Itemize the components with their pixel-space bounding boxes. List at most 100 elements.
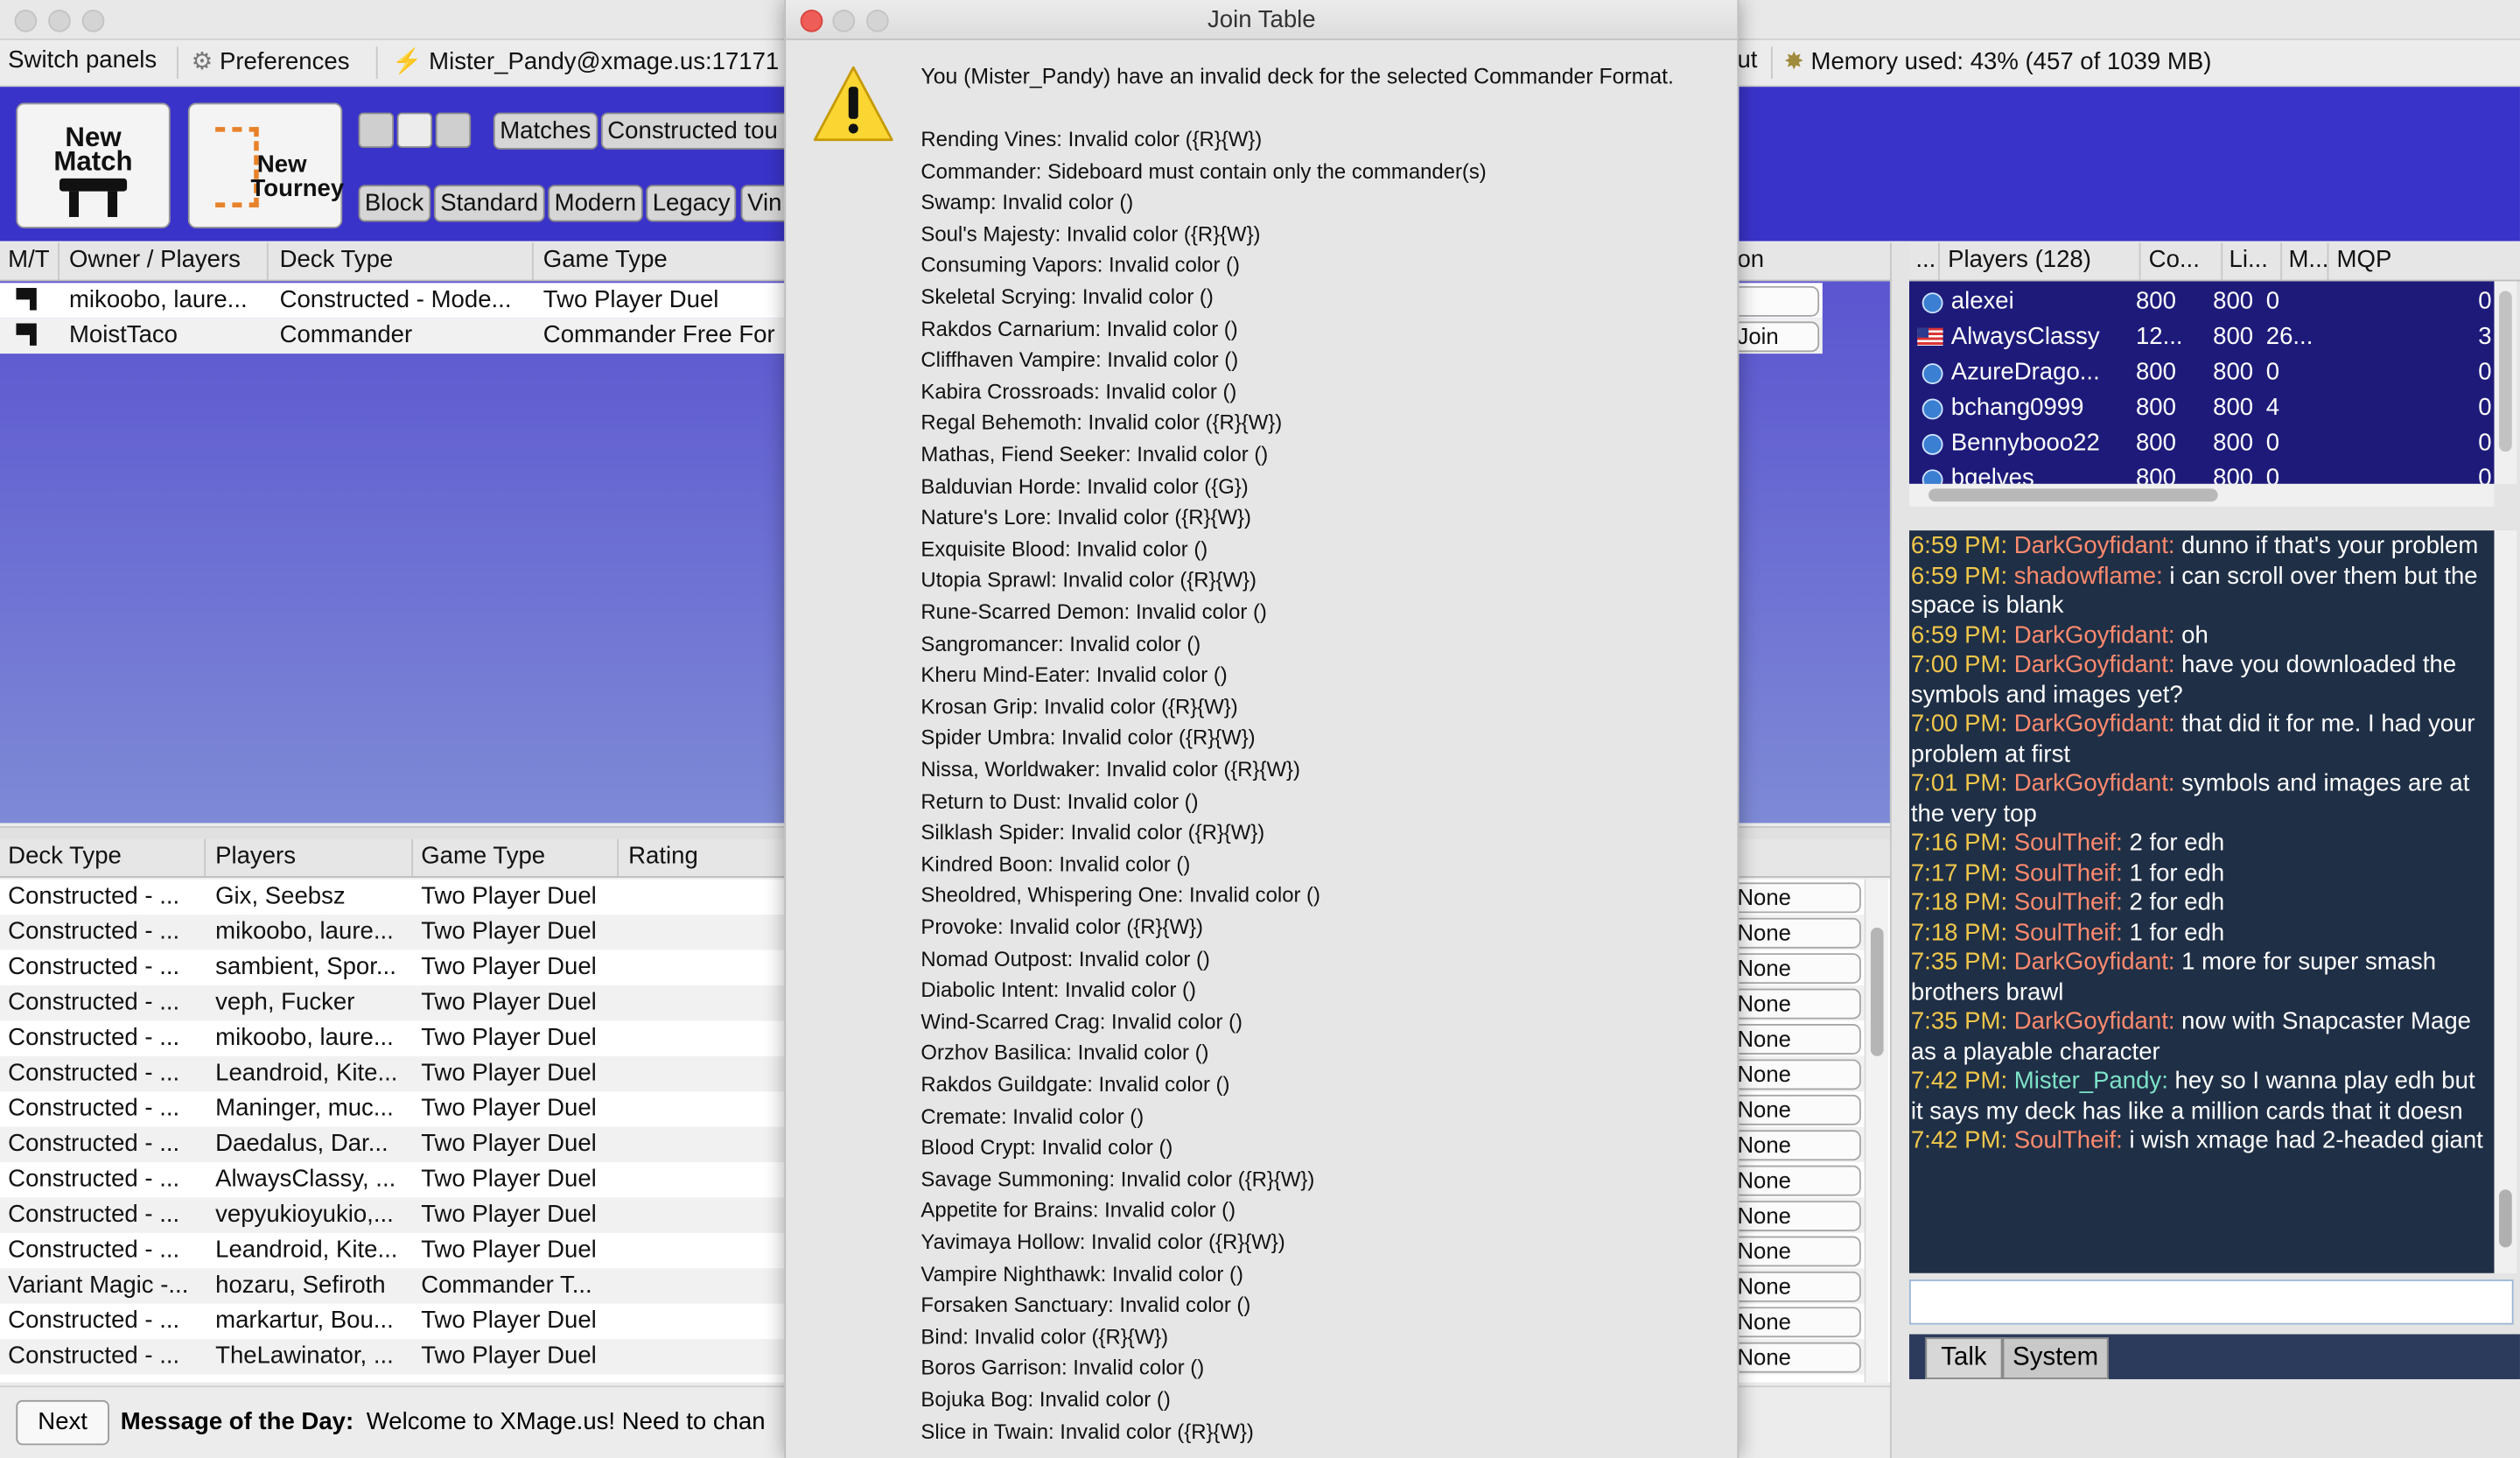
table-action-button[interactable] (1732, 285, 1820, 317)
error-line: Sheoldred, Whispering One: Invalid color… (920, 883, 1320, 908)
player-row[interactable]: bgelves 800 800 0 0 (1909, 461, 2492, 484)
error-line: Slice in Twain: Invalid color ({R}{W}) (920, 1419, 1254, 1443)
watch-button[interactable]: None (1732, 953, 1861, 985)
player-row[interactable]: Bennybooo22 800 800 0 0 (1909, 426, 2492, 461)
col-m[interactable]: M... (2288, 246, 2328, 273)
watch-button[interactable]: None (1732, 882, 1861, 914)
filter-constructed-tourney[interactable]: Constructed tou (600, 112, 798, 150)
filter-tables-icon[interactable] (358, 112, 394, 148)
close-window-button[interactable] (14, 10, 38, 32)
connect-button[interactable]: ⚡ Mister_Pandy@xmage.us:17171 (392, 46, 779, 75)
match-players: vepyukioyukio,... (215, 1201, 394, 1229)
player-li: 800 (2213, 287, 2254, 316)
match-game: Two Player Duel (421, 1236, 597, 1264)
new-tourney-line1: New (256, 151, 307, 179)
col-mt[interactable]: M/T (8, 246, 49, 273)
chat-message: 7:16 PM: SoulTheif: 2 for edh (1911, 830, 2489, 859)
join-button[interactable]: Join (1732, 321, 1820, 353)
chat-text: oh (2181, 620, 2208, 649)
watch-button[interactable]: None (1732, 1130, 1861, 1161)
watch-button[interactable]: None (1732, 1201, 1861, 1231)
player-row[interactable]: bchang0999 800 800 4 0 (1909, 390, 2492, 425)
error-line: Yavimaya Hollow: Invalid color ({R}{W}) (920, 1230, 1285, 1254)
new-match-button[interactable]: New Match (16, 102, 171, 228)
player-row[interactable]: AzureDrago... 800 800 0 0 (1909, 355, 2492, 390)
filter-block[interactable]: Block (358, 185, 430, 222)
filter-legacy[interactable]: Legacy (646, 185, 737, 222)
col-li[interactable]: Li... (2230, 246, 2268, 273)
col-players[interactable]: Players (215, 842, 296, 869)
watch-button[interactable]: None (1732, 1094, 1861, 1125)
watch-button[interactable]: None (1732, 1307, 1861, 1338)
error-line: Cliffhaven Vampire: Invalid color () (920, 347, 1239, 372)
tab-talk[interactable]: Talk (1925, 1337, 2003, 1379)
players-hscroll[interactable] (1908, 483, 2495, 507)
col-mqp[interactable]: MQP (2337, 246, 2392, 273)
chat-time: 7:42 PM: (1910, 1067, 2008, 1095)
filter-matches[interactable]: Matches (493, 112, 598, 150)
switch-panels-button[interactable]: Switch panels (8, 46, 157, 74)
col-rating[interactable]: Rating (628, 842, 698, 869)
col-co[interactable]: Co... (2149, 246, 2200, 273)
chat-message: 7:42 PM: SoulTheif: i wish xmage had 2-h… (1911, 1127, 2489, 1157)
table-icon: ▀▌ (16, 287, 44, 311)
watch-button[interactable]: None (1732, 1024, 1861, 1055)
table-game: Commander Free For (542, 321, 775, 349)
player-li: 800 (2213, 323, 2254, 351)
match-deck: Constructed - ... (8, 988, 180, 1016)
chat-input[interactable] (1908, 1279, 2514, 1325)
filter-cards-icon[interactable] (396, 112, 433, 148)
chat-scrollbar[interactable] (2494, 530, 2517, 1273)
filter-modern[interactable]: Modern (548, 185, 643, 222)
watch-button[interactable]: None (1732, 1342, 1861, 1373)
preferences-button[interactable]: ⚙ Preferences (192, 46, 350, 75)
col-deck-type[interactable]: Deck Type (8, 842, 122, 869)
col-game-type[interactable]: Game Type (543, 246, 668, 273)
match-deck: Constructed - ... (8, 1130, 180, 1158)
chat-message: 7:00 PM: DarkGoyfidant: have you downloa… (1911, 651, 2489, 711)
player-row[interactable]: alexei 800 800 0 0 (1909, 284, 2492, 319)
chat-time: 6:59 PM: (1910, 531, 2008, 560)
chat-user: SoulTheif: (2013, 1126, 2123, 1154)
matches-scrollbar[interactable] (1864, 879, 1889, 1383)
watch-button[interactable]: None (1732, 1059, 1861, 1090)
chat-message: 6:59 PM: DarkGoyfidant: dunno if that's … (1911, 532, 2489, 562)
player-row[interactable]: AlwaysClassy 12... 800 26... 3 (1909, 320, 2492, 355)
players-vscroll[interactable] (2494, 281, 2517, 484)
chat-user: shadowflame: (2013, 561, 2163, 590)
col-game-type[interactable]: Game Type (421, 842, 545, 869)
error-line: Skeletal Scrying: Invalid color () (920, 284, 1214, 309)
col-deck-type[interactable]: Deck Type (280, 246, 394, 273)
player-co: 800 (2135, 394, 2176, 422)
error-line: Blood Crypt: Invalid color () (920, 1135, 1173, 1160)
globe-icon (1922, 398, 1943, 420)
watch-button[interactable]: None (1732, 1271, 1861, 1302)
watch-button[interactable]: None (1732, 917, 1861, 949)
watch-button[interactable]: None (1732, 1236, 1861, 1267)
minimize-window-button[interactable] (48, 10, 71, 32)
col-flag[interactable]: ... (1915, 246, 1936, 273)
error-line: Savage Summoning: Invalid color ({R}{W}) (920, 1167, 1315, 1191)
error-line: Spider Umbra: Invalid color ({R}{W}) (920, 725, 1256, 750)
filter-standard[interactable]: Standard (433, 185, 545, 222)
col-owner[interactable]: Owner / Players (69, 246, 241, 273)
watch-button[interactable]: None (1732, 988, 1861, 1020)
match-game: Two Player Duel (421, 988, 597, 1016)
error-line: Nature's Lore: Invalid color ({R}{W}) (920, 505, 1251, 529)
table-owner: MoistTaco (68, 321, 178, 349)
match-deck: Constructed - ... (8, 1201, 180, 1229)
error-line: Bojuka Bog: Invalid color () (920, 1387, 1171, 1412)
chat-text: 2 for edh (2129, 829, 2225, 858)
chat-time: 7:35 PM: (1910, 1007, 2008, 1035)
next-button[interactable]: Next (16, 1399, 109, 1446)
watch-button[interactable]: None (1732, 1165, 1861, 1196)
tab-system[interactable]: System (2002, 1337, 2109, 1379)
filter-dice-icon[interactable] (435, 112, 472, 148)
zoom-window-button[interactable] (81, 10, 105, 32)
match-deck: Constructed - ... (8, 953, 180, 981)
match-players: mikoobo, laure... (215, 1024, 394, 1052)
col-player-name[interactable]: Players (128) (1948, 246, 2091, 273)
new-tourney-button[interactable]: New Tourney (187, 102, 344, 228)
about-button[interactable]: ut (1737, 46, 1757, 74)
col-action[interactable]: on (1737, 246, 1764, 273)
